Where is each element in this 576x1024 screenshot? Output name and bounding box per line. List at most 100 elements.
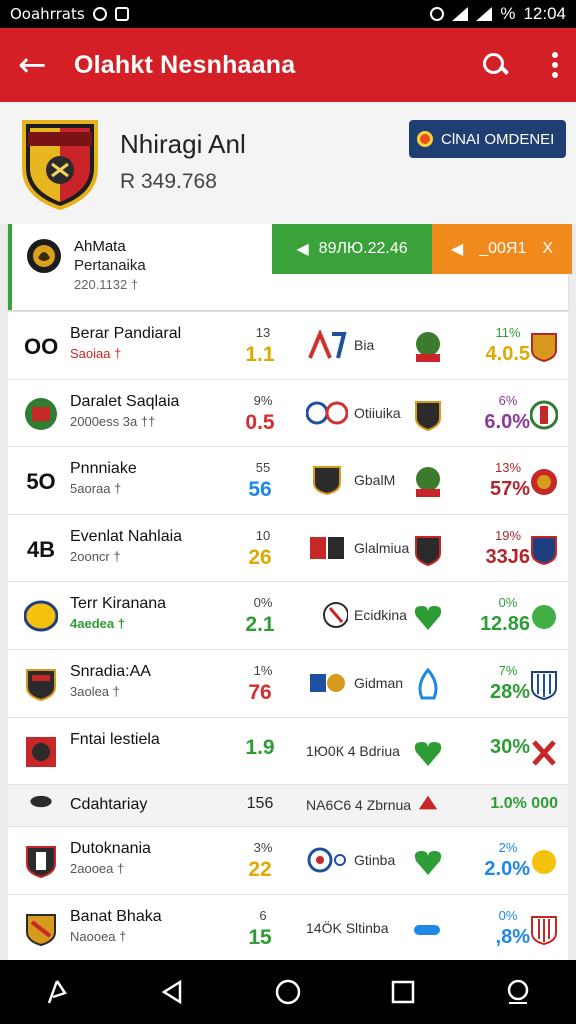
fixture-sub: 5aoraa † — [70, 481, 122, 497]
fixture-mid-value: 15 — [248, 925, 272, 949]
row-lead-label: 5O — [26, 469, 56, 495]
fixture-row[interactable]: Snradia:AA 3aolea † 1% 76 Gidman 7% 28% — [8, 650, 568, 718]
fixture-pct-top: 19% — [494, 527, 522, 543]
fixture-mid-value: 156 — [246, 795, 274, 813]
fixture-mid-top: 3% — [253, 840, 273, 856]
clock: 12:04 — [523, 4, 566, 23]
fixture-pct-value: ,8% — [495, 925, 530, 948]
fixture-pct-value: 6.0% — [484, 410, 530, 433]
fixture-row[interactable]: Banat Bhaka Naooea † 6 15 14ÖK Sltinba 0… — [8, 895, 568, 963]
fixture-row[interactable]: Daralet Saqlaia 2000ess 3a †† 9% 0.5 Oti… — [8, 380, 568, 448]
club-logo-icon — [310, 536, 344, 559]
fixture-mid-value: 26 — [248, 545, 272, 569]
live-score-button[interactable]: ◀ 89ЛЮ.22.46 — [272, 224, 432, 274]
fixture-mid-top: 10 — [255, 527, 271, 543]
fixture-name: Fntai lestiela — [70, 730, 160, 748]
opponent-heart-icon — [414, 606, 442, 631]
fixture-name: Banat Bhaka — [70, 907, 162, 925]
app-bar: ← Olahkt Nesnhaana — [0, 28, 576, 102]
fixture-mid-top: 55 — [255, 460, 271, 476]
fixture-name: Daralet Saqlaia — [70, 392, 180, 410]
opponent-crest-icon — [416, 467, 440, 498]
fixture-mid-value: 1.9 — [245, 735, 275, 759]
signal-icon — [452, 7, 469, 21]
fixture-row[interactable]: Cdahtariay 156 NA6C6 4 Zbrnua 1.0% 000 — [8, 785, 568, 828]
club-crest-icon — [24, 600, 58, 632]
featured-subtitle: Pertanaika — [74, 257, 146, 274]
club-crest-icon — [531, 469, 557, 496]
follow-label: ClNAI OMDENEI — [441, 130, 555, 148]
opponent-flame-icon — [418, 667, 438, 700]
home-nav-icon[interactable] — [266, 970, 310, 1014]
club-crest-icon — [26, 736, 56, 767]
follow-button[interactable]: ClNAI OMDENEI — [409, 120, 566, 158]
fixture-mid-value: 76 — [248, 680, 272, 704]
fixture-row[interactable]: 4B Evenlat Nahlaia 2ooncr † 10 26 Glalmi… — [8, 515, 568, 583]
settings-status-icon — [92, 7, 107, 21]
fixture-pct-value: 57% — [489, 478, 530, 501]
fixture-pct-value: 12.86 — [479, 613, 530, 636]
fixtures-list: OO Berar Pandiaral Saoiaa † 13 1.1 Bia 1… — [8, 312, 568, 963]
fixture-pct-top: 2% — [498, 840, 518, 856]
fixture-row[interactable]: Terr Kiranana 4aedea † 0% 2.1 Ecidkina 0… — [8, 582, 568, 650]
club-crest-icon — [531, 670, 557, 700]
fixture-pct-top: 7% — [498, 662, 518, 678]
fixture-pct-value: 1.0% 000 — [490, 795, 558, 813]
play-arrow-icon: ◀ — [296, 241, 309, 258]
fixture-row[interactable]: OO Berar Pandiaral Saoiaa † 13 1.1 Bia 1… — [8, 312, 568, 380]
fixture-row[interactable]: Dutoknania 2aooea † 3% 22 Gtinba 2% 2.0% — [8, 827, 568, 895]
odds-arrow-icon: ◀ — [450, 241, 464, 258]
fixture-pct-value: 28% — [489, 680, 530, 703]
odds-label: _00Я1 — [479, 240, 527, 257]
overview-nav-icon[interactable] — [381, 970, 425, 1014]
fixture-opponent: Gidman — [354, 674, 404, 691]
fixture-mid-top: 6 — [259, 907, 267, 923]
fixture-mid-top: 13 — [255, 325, 271, 340]
club-logo-icon — [306, 401, 348, 425]
fixture-name: Snradia:AA — [70, 662, 151, 680]
signal-icon-2 — [476, 7, 493, 21]
fixture-name: Berar Pandiaral — [70, 325, 182, 342]
fixture-sub: 4aedea † — [70, 616, 125, 632]
assistant-nav-icon[interactable] — [496, 970, 540, 1014]
fixture-row[interactable]: 5O Pnnniake 5aoraa † 55 56 GbalM 13% 57% — [8, 447, 568, 515]
club-logo-icon — [310, 673, 345, 692]
fixture-sub: 2000ess 3a †† — [70, 413, 156, 429]
club-crest-icon — [531, 915, 557, 945]
featured-match-card[interactable]: AhMata Pertanaika 220.1132 † ◀ 89ЛЮ.22.4… — [8, 224, 572, 310]
fixture-opponent: 14ÖK Sltinba — [306, 919, 389, 936]
image-status-icon — [114, 7, 129, 21]
back-arrow-icon[interactable]: ← — [18, 48, 58, 82]
fixture-sub: Saoiaa † — [70, 346, 122, 361]
club-crest-icon — [532, 850, 556, 875]
back-nav-icon[interactable] — [151, 970, 195, 1014]
fixture-name: Terr Kiranana — [70, 595, 167, 613]
more-options-icon[interactable] — [552, 52, 558, 78]
fixture-sub: 2aooea † — [70, 861, 125, 877]
opponent-crest-icon — [416, 332, 440, 362]
club-logo-icon — [313, 466, 341, 496]
recents-shortcut-icon[interactable] — [36, 970, 80, 1014]
live-score-label: 89ЛЮ.22.46 — [318, 240, 408, 257]
status-bar: Ooahrrats % 12:04 — [0, 0, 576, 28]
system-nav-bar — [0, 960, 576, 1024]
odds-button[interactable]: ◀ _00Я1 X — [432, 224, 572, 274]
fixture-sub: 3aolea † — [70, 683, 120, 699]
fixture-name: Evenlat Nahlaia — [70, 527, 183, 545]
fixture-row[interactable]: Fntai lestiela 1.9 1Ю0К 4 Bdriua 30% — [8, 718, 568, 786]
close-icon[interactable]: X — [542, 240, 553, 258]
club-crest-icon — [30, 795, 52, 808]
featured-title: AhMata — [74, 238, 126, 255]
fixture-opponent: 1Ю0К 4 Bdriua — [306, 742, 400, 759]
fixture-opponent: Ecidkina — [354, 607, 407, 624]
opponent-heart-icon — [414, 851, 442, 876]
fixture-opponent: NA6C6 4 Zbrnua — [306, 797, 412, 814]
fixture-name: Dutoknania — [70, 840, 151, 858]
search-icon[interactable] — [482, 52, 508, 78]
club-crest-icon — [25, 397, 57, 430]
fixture-pct-value: 4.0.5 — [485, 343, 530, 365]
row-lead-label: OO — [24, 334, 59, 359]
carrier-label: Ooahrrats — [10, 5, 85, 23]
fixture-pct-value: 30% — [489, 735, 530, 758]
fixture-mid-value: 0.5 — [245, 410, 275, 434]
